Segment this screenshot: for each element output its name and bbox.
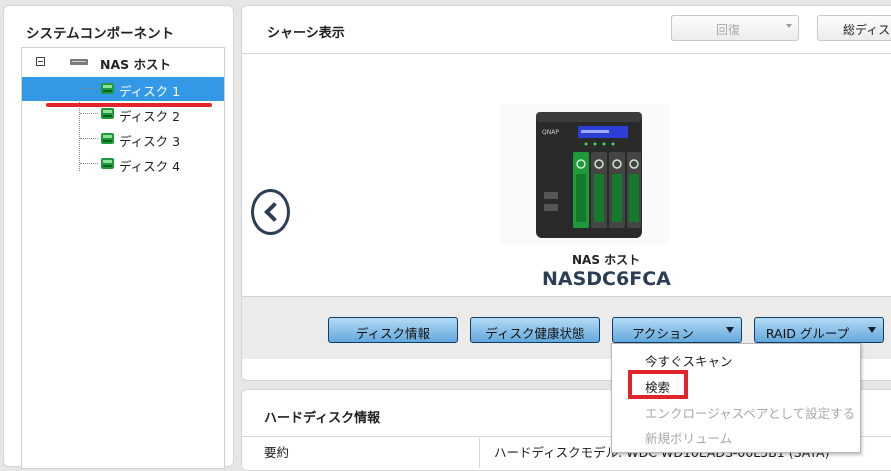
tree-root-label: NAS ホスト <box>100 57 171 72</box>
tree-item-label: ディスク 2 <box>119 109 181 124</box>
collapse-icon[interactable] <box>36 57 45 66</box>
action-label: アクション <box>632 326 694 341</box>
hdd-info-title: ハードディスク情報 <box>264 411 381 426</box>
disk-info-button[interactable]: ディスク情報 <box>328 317 458 343</box>
svg-text:QNAP: QNAP <box>542 129 559 136</box>
tree-connector <box>80 163 98 164</box>
menu-item-label: エンクロージャスペアとして設定する <box>645 406 856 421</box>
restore-button[interactable]: 回復 <box>671 15 799 41</box>
system-components-panel: システムコンポーネント NAS ホスト ディスク 1 ディスク 2 ディスク 3… <box>3 5 234 469</box>
tree-root-nas-host[interactable]: NAS ホスト <box>22 48 224 76</box>
total-disks-button[interactable]: 総ディスク <box>817 15 891 41</box>
menu-item-label: 今すぐスキャン <box>645 354 733 369</box>
tree-item-disk-1[interactable]: ディスク 1 <box>22 77 224 101</box>
dropdown-caret-icon <box>786 24 792 28</box>
disk-info-label: ディスク情報 <box>355 326 431 341</box>
panel-title: システムコンポーネント <box>26 26 175 42</box>
chevron-left-icon[interactable] <box>251 189 290 235</box>
dropdown-caret-icon <box>868 327 876 333</box>
nas-device-image: QNAP <box>500 104 670 244</box>
annotation-highlight-box <box>628 370 688 399</box>
nas-host-icon <box>70 59 88 65</box>
action-dropdown-button[interactable]: アクション <box>612 317 742 343</box>
menu-item-set-enclosure-spare: エンクロージャスペアとして設定する <box>612 398 860 423</box>
total-disks-label: 総ディスク <box>843 23 891 37</box>
summary-label: 要約 <box>264 445 290 460</box>
chassis-view-panel: シャーシ表示 回復 総ディスク QNAP NAS ホスト NASDC6FC <box>241 5 891 381</box>
restore-button-label: 回復 <box>716 23 741 37</box>
component-tree: NAS ホスト ディスク 1 ディスク 2 ディスク 3 ディスク 4 <box>21 47 225 469</box>
tree-item-disk-4[interactable]: ディスク 4 <box>22 152 224 176</box>
menu-item-label: 新規ボリューム <box>645 431 733 446</box>
tree-item-label: ディスク 1 <box>119 84 181 99</box>
disk-icon <box>101 108 114 119</box>
tree-item-label: ディスク 3 <box>119 134 181 149</box>
tree-connector <box>80 113 98 114</box>
action-menu: 今すぐスキャン 検索 エンクロージャスペアとして設定する 新規ボリューム <box>611 343 861 453</box>
nas-name: NASDC6FCA <box>542 268 671 290</box>
disk-health-label: ディスク健康状態 <box>485 326 585 341</box>
dropdown-caret-icon <box>726 327 734 333</box>
disk-icon <box>101 83 114 94</box>
annotation-underline <box>46 103 212 107</box>
tree-item-label: ディスク 4 <box>119 159 181 174</box>
raid-group-dropdown-button[interactable]: RAID グループ <box>754 317 884 343</box>
disk-health-button[interactable]: ディスク健康状態 <box>470 317 600 343</box>
menu-item-scan-now[interactable]: 今すぐスキャン <box>612 346 860 371</box>
raid-group-label: RAID グループ <box>765 326 850 341</box>
divider <box>242 53 891 54</box>
menu-item-new-volume: 新規ボリューム <box>612 423 860 448</box>
nas-caption: NAS ホスト <box>572 253 641 267</box>
chassis-title: シャーシ表示 <box>267 26 345 41</box>
disk-icon <box>101 133 114 144</box>
tree-connector <box>80 138 98 139</box>
column-divider <box>479 438 480 468</box>
tree-item-disk-3[interactable]: ディスク 3 <box>22 127 224 151</box>
tree-connector <box>80 88 98 89</box>
disk-icon <box>101 158 114 169</box>
